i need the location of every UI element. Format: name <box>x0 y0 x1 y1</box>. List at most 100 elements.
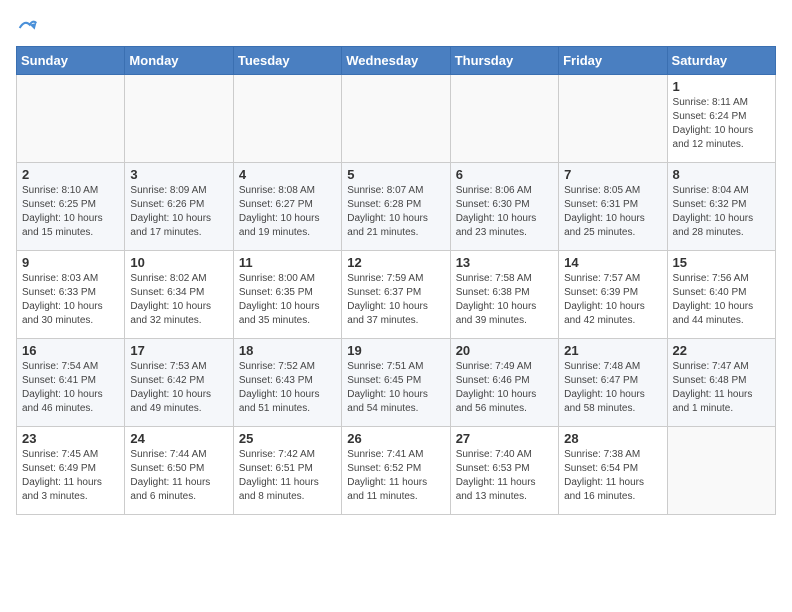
day-number: 15 <box>673 255 770 270</box>
day-info: Sunrise: 8:00 AM Sunset: 6:35 PM Dayligh… <box>239 272 336 328</box>
calendar-week-row: 16 Sunrise: 7:54 AM Sunset: 6:41 PM Dayli… <box>17 339 776 427</box>
calendar-week-row: 9 Sunrise: 8:03 AM Sunset: 6:33 PM Daylig… <box>17 251 776 339</box>
calendar-cell: 10 Sunrise: 8:02 AM Sunset: 6:34 PM Dayli… <box>125 251 233 339</box>
page-header <box>16 16 776 38</box>
day-info: Sunrise: 7:42 AM Sunset: 6:51 PM Dayligh… <box>239 448 336 504</box>
calendar-cell: 16 Sunrise: 7:54 AM Sunset: 6:41 PM Dayli… <box>17 339 125 427</box>
calendar-cell <box>450 75 558 163</box>
day-number: 23 <box>22 431 119 446</box>
weekday-header-wednesday: Wednesday <box>342 47 450 75</box>
day-number: 12 <box>347 255 444 270</box>
day-info: Sunrise: 7:51 AM Sunset: 6:45 PM Dayligh… <box>347 360 444 416</box>
calendar-week-row: 23 Sunrise: 7:45 AM Sunset: 6:49 PM Dayli… <box>17 427 776 515</box>
day-number: 22 <box>673 343 770 358</box>
calendar-cell: 12 Sunrise: 7:59 AM Sunset: 6:37 PM Dayli… <box>342 251 450 339</box>
logo <box>16 20 38 38</box>
day-info: Sunrise: 7:48 AM Sunset: 6:47 PM Dayligh… <box>564 360 661 416</box>
day-number: 8 <box>673 167 770 182</box>
calendar-body: 1 Sunrise: 8:11 AM Sunset: 6:24 PM Daylig… <box>17 75 776 515</box>
day-number: 6 <box>456 167 553 182</box>
calendar-cell <box>125 75 233 163</box>
day-number: 5 <box>347 167 444 182</box>
calendar-cell: 20 Sunrise: 7:49 AM Sunset: 6:46 PM Dayli… <box>450 339 558 427</box>
calendar-cell: 5 Sunrise: 8:07 AM Sunset: 6:28 PM Daylig… <box>342 163 450 251</box>
day-info: Sunrise: 7:45 AM Sunset: 6:49 PM Dayligh… <box>22 448 119 504</box>
day-number: 7 <box>564 167 661 182</box>
day-info: Sunrise: 7:49 AM Sunset: 6:46 PM Dayligh… <box>456 360 553 416</box>
day-number: 1 <box>673 79 770 94</box>
day-info: Sunrise: 7:44 AM Sunset: 6:50 PM Dayligh… <box>130 448 227 504</box>
day-number: 21 <box>564 343 661 358</box>
weekday-header-monday: Monday <box>125 47 233 75</box>
calendar-week-row: 1 Sunrise: 8:11 AM Sunset: 6:24 PM Daylig… <box>17 75 776 163</box>
day-info: Sunrise: 7:53 AM Sunset: 6:42 PM Dayligh… <box>130 360 227 416</box>
day-info: Sunrise: 7:47 AM Sunset: 6:48 PM Dayligh… <box>673 360 770 416</box>
day-info: Sunrise: 8:07 AM Sunset: 6:28 PM Dayligh… <box>347 184 444 240</box>
day-number: 10 <box>130 255 227 270</box>
day-info: Sunrise: 8:06 AM Sunset: 6:30 PM Dayligh… <box>456 184 553 240</box>
calendar-cell: 13 Sunrise: 7:58 AM Sunset: 6:38 PM Dayli… <box>450 251 558 339</box>
calendar-cell: 22 Sunrise: 7:47 AM Sunset: 6:48 PM Dayli… <box>667 339 775 427</box>
calendar-cell: 18 Sunrise: 7:52 AM Sunset: 6:43 PM Dayli… <box>233 339 341 427</box>
day-number: 28 <box>564 431 661 446</box>
day-number: 19 <box>347 343 444 358</box>
calendar-cell: 21 Sunrise: 7:48 AM Sunset: 6:47 PM Dayli… <box>559 339 667 427</box>
day-number: 27 <box>456 431 553 446</box>
calendar-cell <box>559 75 667 163</box>
calendar-cell: 26 Sunrise: 7:41 AM Sunset: 6:52 PM Dayli… <box>342 427 450 515</box>
day-info: Sunrise: 8:10 AM Sunset: 6:25 PM Dayligh… <box>22 184 119 240</box>
calendar-cell <box>342 75 450 163</box>
calendar-cell: 19 Sunrise: 7:51 AM Sunset: 6:45 PM Dayli… <box>342 339 450 427</box>
day-info: Sunrise: 7:57 AM Sunset: 6:39 PM Dayligh… <box>564 272 661 328</box>
day-info: Sunrise: 7:41 AM Sunset: 6:52 PM Dayligh… <box>347 448 444 504</box>
day-number: 24 <box>130 431 227 446</box>
calendar-cell: 11Sunrise: 8:00 AM Sunset: 6:35 PM Dayli… <box>233 251 341 339</box>
logo-icon <box>18 18 38 38</box>
weekday-header-friday: Friday <box>559 47 667 75</box>
day-info: Sunrise: 8:11 AM Sunset: 6:24 PM Dayligh… <box>673 96 770 152</box>
day-info: Sunrise: 8:02 AM Sunset: 6:34 PM Dayligh… <box>130 272 227 328</box>
day-info: Sunrise: 7:59 AM Sunset: 6:37 PM Dayligh… <box>347 272 444 328</box>
day-number: 14 <box>564 255 661 270</box>
day-info: Sunrise: 7:38 AM Sunset: 6:54 PM Dayligh… <box>564 448 661 504</box>
calendar-cell <box>17 75 125 163</box>
weekday-header-thursday: Thursday <box>450 47 558 75</box>
day-number: 26 <box>347 431 444 446</box>
day-number: 25 <box>239 431 336 446</box>
day-number: 16 <box>22 343 119 358</box>
calendar-cell: 17Sunrise: 7:53 AM Sunset: 6:42 PM Dayli… <box>125 339 233 427</box>
calendar-cell: 6 Sunrise: 8:06 AM Sunset: 6:30 PM Daylig… <box>450 163 558 251</box>
calendar-cell: 14 Sunrise: 7:57 AM Sunset: 6:39 PM Dayli… <box>559 251 667 339</box>
calendar-cell: 15 Sunrise: 7:56 AM Sunset: 6:40 PM Dayli… <box>667 251 775 339</box>
day-number: 20 <box>456 343 553 358</box>
calendar-cell: 1 Sunrise: 8:11 AM Sunset: 6:24 PM Daylig… <box>667 75 775 163</box>
day-info: Sunrise: 7:56 AM Sunset: 6:40 PM Dayligh… <box>673 272 770 328</box>
calendar-cell: 9 Sunrise: 8:03 AM Sunset: 6:33 PM Daylig… <box>17 251 125 339</box>
calendar-cell: 27 Sunrise: 7:40 AM Sunset: 6:53 PM Dayli… <box>450 427 558 515</box>
day-number: 18 <box>239 343 336 358</box>
calendar-cell: 7Sunrise: 8:05 AM Sunset: 6:31 PM Daylig… <box>559 163 667 251</box>
day-info: Sunrise: 7:52 AM Sunset: 6:43 PM Dayligh… <box>239 360 336 416</box>
calendar-cell: 8 Sunrise: 8:04 AM Sunset: 6:32 PM Daylig… <box>667 163 775 251</box>
day-info: Sunrise: 7:54 AM Sunset: 6:41 PM Dayligh… <box>22 360 119 416</box>
weekday-header-sunday: Sunday <box>17 47 125 75</box>
day-info: Sunrise: 8:04 AM Sunset: 6:32 PM Dayligh… <box>673 184 770 240</box>
day-info: Sunrise: 8:08 AM Sunset: 6:27 PM Dayligh… <box>239 184 336 240</box>
calendar-cell: 3 Sunrise: 8:09 AM Sunset: 6:26 PM Daylig… <box>125 163 233 251</box>
weekday-header-saturday: Saturday <box>667 47 775 75</box>
day-info: Sunrise: 8:09 AM Sunset: 6:26 PM Dayligh… <box>130 184 227 240</box>
day-info: Sunrise: 7:58 AM Sunset: 6:38 PM Dayligh… <box>456 272 553 328</box>
calendar-table: SundayMondayTuesdayWednesdayThursdayFrid… <box>16 46 776 515</box>
weekday-header-tuesday: Tuesday <box>233 47 341 75</box>
day-number: 3 <box>130 167 227 182</box>
calendar-cell <box>667 427 775 515</box>
calendar-cell: 23 Sunrise: 7:45 AM Sunset: 6:49 PM Dayli… <box>17 427 125 515</box>
calendar-cell: 2 Sunrise: 8:10 AM Sunset: 6:25 PM Daylig… <box>17 163 125 251</box>
day-number: 9 <box>22 255 119 270</box>
day-number: 13 <box>456 255 553 270</box>
calendar-cell <box>233 75 341 163</box>
weekday-header-row: SundayMondayTuesdayWednesdayThursdayFrid… <box>17 47 776 75</box>
day-info: Sunrise: 8:03 AM Sunset: 6:33 PM Dayligh… <box>22 272 119 328</box>
day-number: 2 <box>22 167 119 182</box>
day-info: Sunrise: 7:40 AM Sunset: 6:53 PM Dayligh… <box>456 448 553 504</box>
